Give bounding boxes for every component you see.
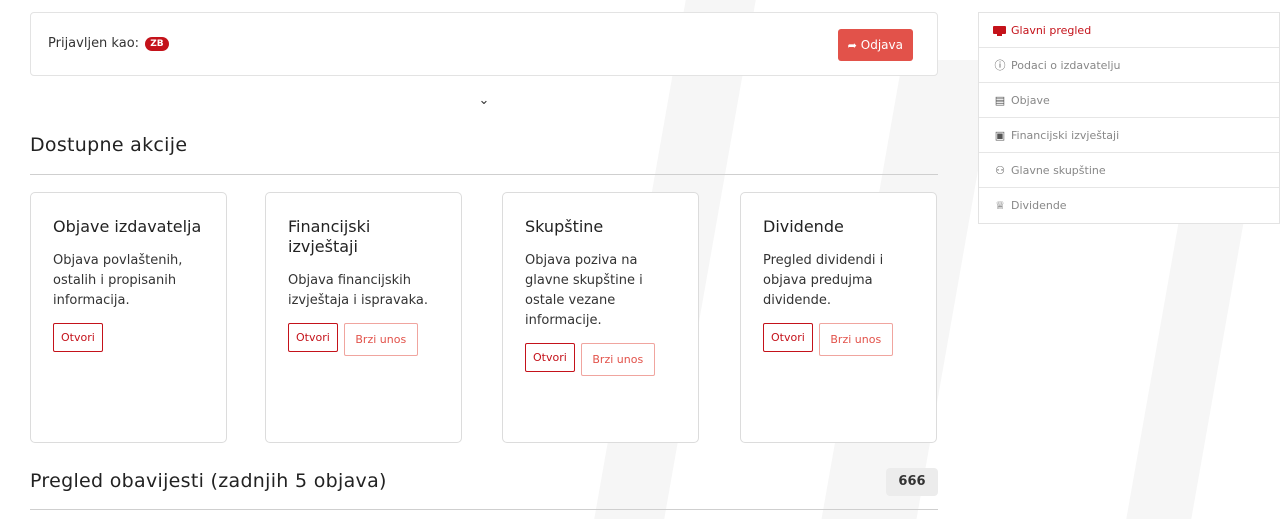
card-title: Objave izdavatelja (53, 217, 202, 236)
main-content: Prijavljen kao: ZB ➦ Odjava ⌄ Dostupne a… (30, 12, 938, 510)
action-card-skupstine: Skupštine Objava poziva na glavne skupšt… (502, 192, 699, 443)
card-title: Skupštine (525, 217, 604, 236)
card-title: Dividende (763, 217, 844, 236)
card-description: Pregled dividendi i objava predujma divi… (763, 253, 884, 308)
action-card-financijski: Financijski izvještaji Objava financijsk… (265, 192, 462, 443)
login-status: Prijavljen kao: ZB (48, 36, 169, 51)
card-actions: Otvori Brzi unos (525, 343, 676, 376)
sidebar-nav: Glavni pregled ⓘ Podaci o izdavatelju ▤ … (978, 12, 1280, 224)
logout-label: Odjava (860, 38, 903, 52)
notification-count-badge: 666 (886, 468, 938, 496)
sidebar-item-skupstine[interactable]: ⚇ Glavne skupštine (979, 153, 1279, 188)
action-card-objave: Objave izdavatelja Objava povlaštenih, o… (30, 192, 227, 443)
sidebar-item-financijski[interactable]: ▣ Financijski izvještaji (979, 118, 1279, 153)
info-circle-icon: ⓘ (994, 59, 1006, 72)
sidebar-item-label: Dividende (1011, 199, 1067, 212)
user-badge: ZB (145, 37, 169, 51)
trophy-icon: ♕ (995, 199, 1005, 212)
sign-out-icon: ➦ (847, 38, 857, 52)
open-button[interactable]: Otvori (288, 323, 338, 352)
action-card-dividende: Dividende Pregled dividendi i objava pre… (740, 192, 937, 443)
chevron-down-icon[interactable]: ⌄ (477, 94, 491, 108)
sidebar-item-dividende[interactable]: ♕ Dividende (979, 188, 1279, 223)
login-panel: Prijavljen kao: ZB ➦ Odjava (30, 12, 938, 76)
card-description: Objava financijskih izvještaja i isprava… (288, 273, 429, 308)
card-description: Objava poziva na glavne skupštine i osta… (525, 253, 643, 328)
open-button[interactable]: Otvori (525, 343, 575, 372)
quick-entry-button[interactable]: Brzi unos (818, 323, 893, 356)
sidebar-item-label: Glavne skupštine (1011, 163, 1106, 177)
card-title: Financijski izvještaji (288, 217, 371, 256)
card-actions: Otvori Brzi unos (763, 323, 914, 356)
clipboard-icon: ▣ (994, 128, 1006, 142)
open-button[interactable]: Otvori (53, 323, 103, 352)
users-icon: ⚇ (995, 163, 1005, 177)
section-divider (30, 509, 938, 510)
sidebar-item-label: Glavni pregled (1011, 23, 1092, 37)
section-title-actions: Dostupne akcije (30, 134, 188, 156)
sidebar-item-objave[interactable]: ▤ Objave (979, 83, 1279, 118)
quick-entry-button[interactable]: Brzi unos (343, 323, 418, 356)
monitor-icon (993, 26, 1006, 36)
card-actions: Otvori Brzi unos (288, 323, 439, 356)
card-actions: Otvori (53, 323, 204, 352)
card-description: Objava povlaštenih, ostalih i propisanih… (53, 253, 183, 308)
sidebar-item-label: Financijski izvještaji (1011, 128, 1120, 142)
newspaper-icon: ▤ (994, 93, 1006, 107)
section-title-notifications: Pregled obavijesti (zadnjih 5 objava) (30, 470, 387, 492)
sidebar-item-glavni-pregled[interactable]: Glavni pregled (979, 13, 1279, 48)
sidebar-item-label: Objave (1011, 93, 1050, 107)
sidebar-item-podaci[interactable]: ⓘ Podaci o izdavatelju (979, 48, 1279, 83)
sidebar-item-label: Podaci o izdavatelju (1011, 58, 1121, 72)
open-button[interactable]: Otvori (763, 323, 813, 352)
section-divider (30, 174, 938, 175)
login-label: Prijavljen kao: (48, 36, 140, 51)
quick-entry-button[interactable]: Brzi unos (580, 343, 655, 376)
logout-button[interactable]: ➦ Odjava (837, 29, 913, 61)
